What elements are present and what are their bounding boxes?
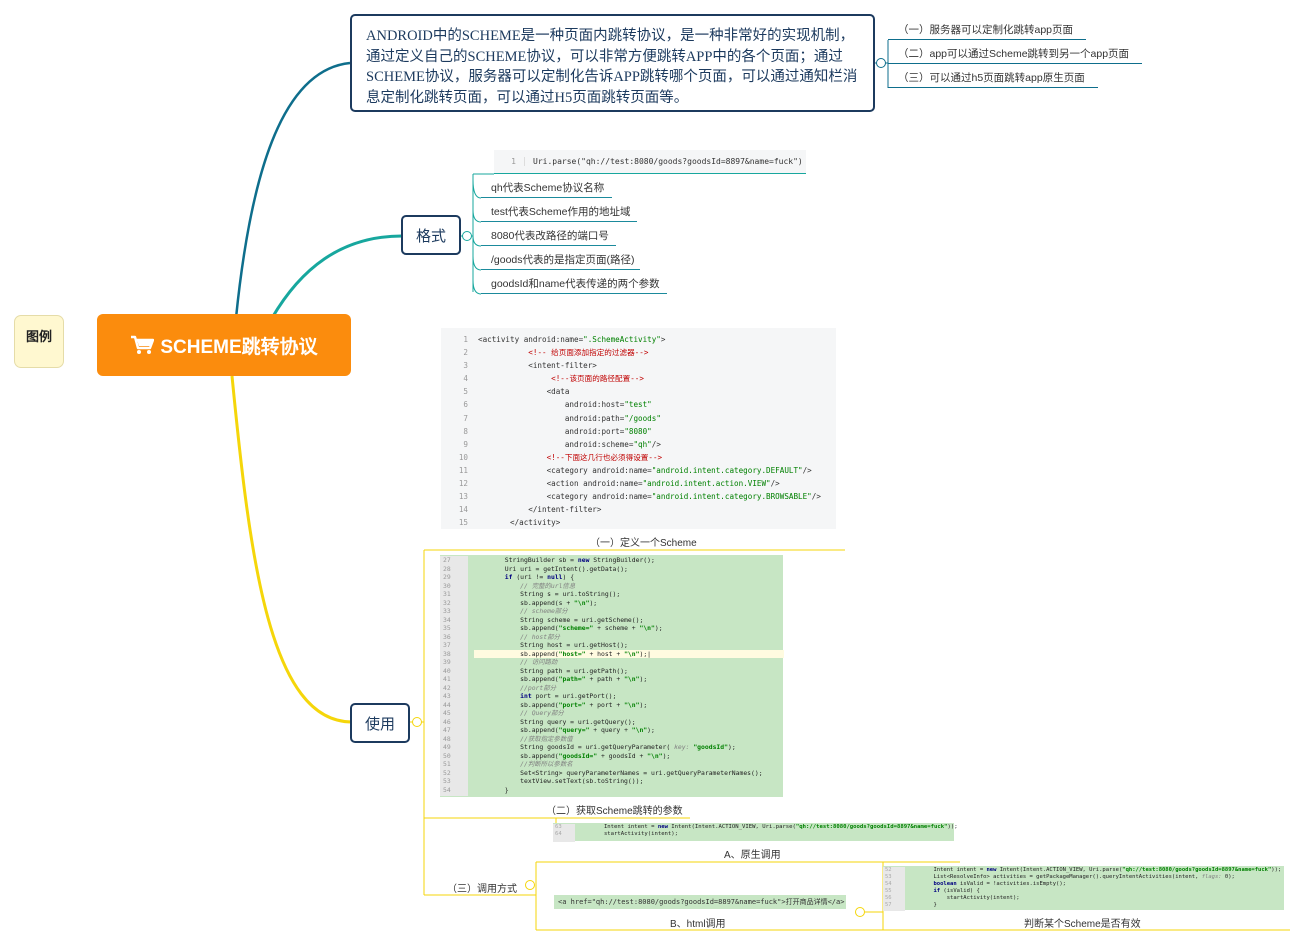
- call-methods-collapse-toggle[interactable]: [525, 880, 535, 890]
- scheme-definition-code-image: 1 2 3 4 5 6 7 8 9 10 11 12 13 14 15 <activity android:…: [441, 328, 836, 529]
- xml-line-numbers: 1 2 3 4 5 6 7 8 9 10 11 12 13 14 15: [458, 335, 468, 528]
- format-item-4[interactable]: /goods代表的是指定页面(路径): [481, 250, 640, 270]
- java-code-body: StringBuilder sb = new StringBuilder(); …: [474, 556, 784, 794]
- format-item-5[interactable]: goodsId和name代表传递的两个参数: [481, 274, 667, 294]
- root-label: SCHEME跳转协议: [160, 336, 318, 358]
- format-label: 格式: [415, 227, 446, 245]
- use-collapse-toggle[interactable]: [412, 717, 422, 727]
- branch-use: [230, 375, 353, 724]
- format-item-1[interactable]: qh代表Scheme协议名称: [481, 178, 612, 198]
- format-code-image: 1 Uri.parse("qh://test:8080/goods?goodsI…: [494, 150, 806, 174]
- format-code-line-number: 1: [511, 157, 516, 166]
- format-item-3[interactable]: 8080代表改路径的端口号: [481, 226, 616, 246]
- xml-code-body: <activity android:name=".SchemeActivity"…: [478, 335, 821, 528]
- format-leaf-curves: [472, 179, 482, 295]
- legend-label: 图例: [25, 329, 52, 344]
- branch-format: [270, 234, 403, 319]
- get-params-caption[interactable]: （二）获取Scheme跳转的参数: [546, 802, 683, 817]
- native-call-code-image: 63 64 Intent intent = new Intent(Intent.A…: [553, 823, 958, 842]
- format-code-text: Uri.parse("qh://test:8080/goods?goodsId=…: [524, 157, 803, 166]
- format-item-2[interactable]: test代表Scheme作用的地址域: [481, 202, 637, 222]
- scheme-definition-caption[interactable]: （一）定义一个Scheme: [590, 534, 697, 549]
- scheme-valid-caption[interactable]: 判断某个Scheme是否有效: [1024, 915, 1141, 930]
- java-line-numbers: 27 28 29 30 31 32 33 34 35 36 37 38 39 40 41 42 43 44 45 46…: [440, 556, 468, 796]
- root-node[interactable]: SCHEME跳转协议: [97, 314, 351, 376]
- scheme-valid-code-image: 52 53 54 55 56 57 Intent intent = new Intent(…: [883, 866, 1284, 911]
- description-item-2[interactable]: （二）app可以通过Scheme跳转到另一个app页面: [888, 44, 1142, 64]
- html-call-code: <a href="qh://test:8080/goods?goodsId=88…: [554, 895, 846, 909]
- call-methods-label[interactable]: （三）调用方式: [447, 880, 517, 895]
- html-call-collapse-toggle[interactable]: [855, 907, 865, 917]
- use-node[interactable]: 使用: [350, 703, 410, 743]
- get-params-code-image: 27 28 29 30 31 32 33 34 35 36 37 38 39 40 41 42 43 44 45 46…: [440, 555, 784, 797]
- use-label: 使用: [364, 715, 395, 733]
- html-call-caption[interactable]: B、html调用: [670, 915, 726, 930]
- description-collapse-toggle[interactable]: [876, 58, 886, 68]
- native-call-caption[interactable]: A、原生调用: [724, 846, 781, 861]
- description-item-1[interactable]: （一）服务器可以定制化跳转app页面: [888, 20, 1086, 40]
- description-node[interactable]: ANDROID中的SCHEME是一种页面内跳转协议，是一种非常好的实现机制，通过…: [350, 14, 875, 112]
- description-item-3[interactable]: （三）可以通过h5页面跳转app原生页面: [888, 68, 1098, 88]
- legend-box[interactable]: 图例: [14, 315, 64, 368]
- format-node[interactable]: 格式: [401, 215, 461, 255]
- cart-icon: [131, 335, 155, 354]
- branch-description: [234, 61, 351, 319]
